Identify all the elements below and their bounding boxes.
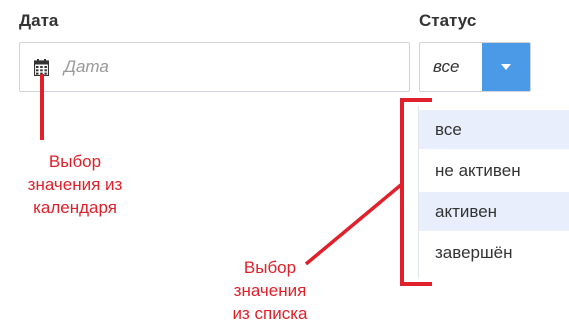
annotation-pointer-calendar [40,74,44,140]
annotation-calendar-text: Выбор значения из календаря [27,152,123,217]
status-label: Статус [419,11,477,30]
status-dropdown-list: все не активен активен завершён [418,106,569,278]
annotation-list-text: Выбор значения из списка [232,258,308,323]
status-option-completed[interactable]: завершён [419,233,569,272]
status-select[interactable]: все [419,42,531,92]
status-dropdown-button[interactable] [482,43,530,91]
status-option-active[interactable]: активен [419,192,569,231]
date-input[interactable]: Дата [19,42,410,92]
status-option-all[interactable]: все [419,110,569,149]
status-option-inactive[interactable]: не активен [419,151,569,190]
annotation-bracket-top [400,98,432,102]
caret-down-icon [501,64,511,70]
annotation-bracket-bottom [400,282,432,286]
date-label: Дата [19,11,59,30]
status-selected-value: все [433,57,460,76]
date-placeholder: Дата [64,57,109,76]
